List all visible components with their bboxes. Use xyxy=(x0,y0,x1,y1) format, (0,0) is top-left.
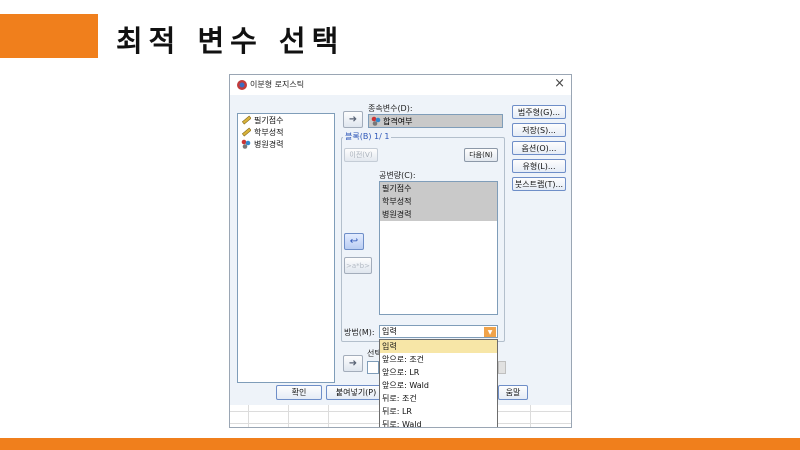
dialog-titlebar: 이분형 로지스틱 × xyxy=(230,75,571,95)
move-to-dependent-button[interactable]: ➜ xyxy=(343,111,363,128)
close-icon[interactable]: × xyxy=(554,76,565,91)
list-item[interactable]: 학부성적 xyxy=(238,126,334,138)
dropdown-option[interactable]: 뒤로: Wald xyxy=(380,418,497,427)
list-item[interactable]: 학부성적 xyxy=(380,195,497,208)
method-label: 방법(M): xyxy=(344,328,375,337)
list-item[interactable]: 필기점수 xyxy=(238,114,334,126)
interaction-button[interactable]: >a*b> xyxy=(344,257,372,274)
style-button[interactable]: 유형(L)... xyxy=(512,159,566,173)
dropdown-option[interactable]: 앞으로: 조건 xyxy=(380,353,497,366)
grid-line xyxy=(328,405,329,427)
list-item[interactable]: 필기점수 xyxy=(380,182,497,195)
dropdown-option[interactable]: 뒤로: LR xyxy=(380,405,497,418)
nominal-icon xyxy=(371,116,381,126)
dependent-field[interactable]: 합격여부 xyxy=(368,114,503,128)
ok-button[interactable]: 확인 xyxy=(276,385,322,400)
dropdown-option[interactable]: 앞으로: Wald xyxy=(380,379,497,392)
app-icon xyxy=(237,80,247,90)
list-item[interactable]: 병원경력 xyxy=(380,208,497,221)
next-block-button[interactable]: 다음(N) xyxy=(464,148,498,162)
prev-block-button[interactable]: 이전(V) xyxy=(344,148,378,162)
covariates-list[interactable]: 필기점수 학부성적 병원경력 xyxy=(379,181,498,315)
covariates-label: 공변량(C): xyxy=(379,171,416,180)
ruler-icon xyxy=(241,115,251,125)
dropdown-option[interactable]: 뒤로: 조건 xyxy=(380,392,497,405)
bottom-accent-bar xyxy=(0,438,800,450)
options-button[interactable]: 옵션(O)... xyxy=(512,141,566,155)
grid-line xyxy=(288,405,289,427)
variable-label: 병원경력 xyxy=(254,139,284,149)
help-button[interactable]: 움말 xyxy=(498,385,528,400)
logistic-regression-dialog: 이분형 로지스틱 × 필기점수 학부성적 병원경력 ➜ 종속변수(D): 합격여… xyxy=(229,74,572,428)
paste-button[interactable]: 붙여넣기(P) xyxy=(326,385,386,400)
method-value: 입력 xyxy=(382,327,397,336)
dialog-title: 이분형 로지스틱 xyxy=(250,80,305,89)
dropdown-option[interactable]: 입력 xyxy=(380,340,497,353)
slide-title: 최적 변수 선택 xyxy=(116,24,345,58)
block-label: 블록(B) 1/ 1 xyxy=(343,131,392,142)
selection-variable-field[interactable] xyxy=(367,361,379,374)
grid-line xyxy=(248,405,249,427)
method-select[interactable]: 입력 ▼ xyxy=(379,325,498,338)
dropdown-option[interactable]: 앞으로: LR xyxy=(380,366,497,379)
grid-line xyxy=(530,405,531,427)
list-item[interactable]: 병원경력 xyxy=(238,138,334,150)
dependent-value: 합격여부 xyxy=(383,116,413,126)
slide: 최적 변수 선택 이분형 로지스틱 × 필기점수 학부성적 병원경력 ➜ 종속변… xyxy=(0,0,800,450)
dependent-label: 종속변수(D): xyxy=(368,104,413,113)
categorical-button[interactable]: 범주형(G)... xyxy=(512,105,566,119)
variable-label: 필기점수 xyxy=(254,115,284,125)
rule-button[interactable] xyxy=(498,361,506,374)
chevron-down-icon[interactable]: ▼ xyxy=(484,327,496,337)
move-to-covariates-button[interactable]: ↩ xyxy=(344,233,364,250)
source-variable-list[interactable]: 필기점수 학부성적 병원경력 xyxy=(237,113,335,383)
variable-label: 학부성적 xyxy=(254,127,284,137)
move-to-selection-button[interactable]: ➜ xyxy=(343,355,363,372)
nominal-icon xyxy=(241,139,251,149)
bootstrap-button[interactable]: 붓스트랩(T)... xyxy=(512,177,566,191)
accent-bar xyxy=(0,14,98,58)
save-button[interactable]: 저장(S)... xyxy=(512,123,566,137)
method-dropdown[interactable]: 입력 앞으로: 조건 앞으로: LR 앞으로: Wald 뒤로: 조건 뒤로: … xyxy=(379,339,498,427)
ruler-icon xyxy=(241,127,251,137)
